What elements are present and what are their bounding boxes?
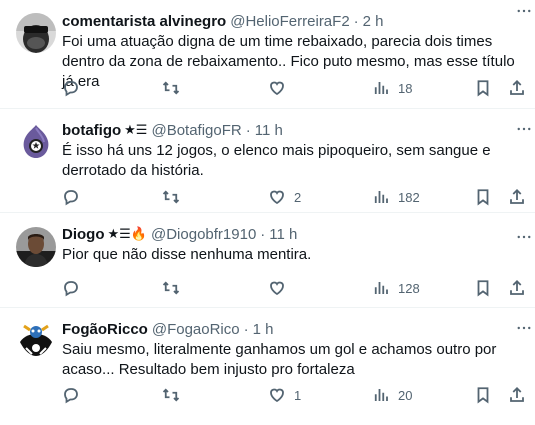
views-bar-chart-icon — [372, 386, 390, 404]
tweet-actions: 2 182 — [62, 187, 527, 207]
tweet[interactable]: FogãoRicco @FogaoRico · 1 h Saiu mesmo, … — [0, 308, 535, 425]
user-handle[interactable]: @HelioFerreiraF2 — [230, 13, 349, 30]
tweet-header: Diogo ★☰🔥 @Diogobfr1910 · 11 h — [62, 224, 523, 244]
reply-button[interactable] — [62, 385, 88, 405]
share-button[interactable] — [508, 187, 526, 207]
reply-button[interactable] — [62, 187, 88, 207]
avatar[interactable] — [16, 320, 56, 360]
display-name[interactable]: comentarista alvinegro — [62, 13, 226, 30]
like-count: 1 — [294, 387, 302, 403]
separator-dot: · — [260, 225, 266, 243]
bookmark-icon — [474, 386, 492, 404]
display-name[interactable]: Diogo — [62, 226, 105, 243]
tweet[interactable]: botafigo ★☰ @BotafigoFR · 11 h É isso há… — [0, 109, 535, 213]
display-name[interactable]: botafigo — [62, 122, 121, 139]
tweet-content: Diogo ★☰🔥 @Diogobfr1910 · 11 h Pior que … — [62, 224, 523, 265]
views-bar-chart-icon — [372, 279, 390, 297]
views-button[interactable]: 18 — [372, 78, 412, 98]
separator-dot: · — [245, 121, 251, 139]
retweet-button[interactable] — [162, 78, 188, 98]
retweet-button[interactable] — [162, 278, 188, 298]
timestamp[interactable]: 2 h — [363, 13, 384, 30]
bookmark-button[interactable] — [474, 187, 492, 207]
views-button[interactable]: 20 — [372, 385, 412, 405]
bookmark-button[interactable] — [474, 278, 492, 298]
heart-icon — [268, 279, 286, 297]
avatar[interactable] — [16, 122, 56, 162]
share-upload-icon — [508, 188, 526, 206]
tweet[interactable]: comentarista alvinegro @HelioFerreiraF2 … — [0, 0, 535, 109]
bookmark-button[interactable] — [474, 78, 492, 98]
tweet-text: É isso há uns 12 jogos, o elenco mais pi… — [62, 142, 491, 179]
views-bar-chart-icon — [372, 188, 390, 206]
tweet-actions: 128 — [62, 278, 527, 298]
timestamp[interactable]: 1 h — [253, 321, 274, 338]
share-button[interactable] — [508, 385, 526, 405]
tweet-text: Pior que não disse nenhuma mentira. — [62, 246, 312, 263]
user-handle[interactable]: @Diogobfr1910 — [151, 226, 256, 243]
tweet-actions: 18 — [62, 78, 527, 98]
share-button[interactable] — [508, 278, 526, 298]
reply-icon — [62, 279, 80, 297]
bookmark-icon — [474, 188, 492, 206]
name-emoji-badges: ★☰🔥 — [107, 226, 148, 241]
retweet-button[interactable] — [162, 385, 188, 405]
views-bar-chart-icon — [372, 79, 390, 97]
more-horizontal-icon[interactable] — [515, 319, 533, 337]
tweet[interactable]: Diogo ★☰🔥 @Diogobfr1910 · 11 h Pior que … — [0, 213, 535, 308]
bookmark-icon — [474, 79, 492, 97]
view-count: 182 — [398, 189, 420, 205]
views-button[interactable]: 182 — [372, 187, 420, 207]
like-button[interactable] — [268, 78, 294, 98]
tweet-text: Saiu mesmo, literalmente ganhamos um gol… — [62, 341, 497, 378]
retweet-icon — [162, 279, 180, 297]
more-horizontal-icon[interactable] — [515, 2, 533, 20]
heart-icon — [268, 386, 286, 404]
more-horizontal-icon[interactable] — [515, 120, 533, 138]
share-button[interactable] — [508, 78, 526, 98]
retweet-icon — [162, 79, 180, 97]
reply-button[interactable] — [62, 278, 88, 298]
like-button[interactable]: 2 — [268, 187, 301, 207]
user-handle[interactable]: @BotafigoFR — [151, 122, 241, 139]
view-count: 18 — [398, 80, 413, 96]
reply-icon — [62, 188, 80, 206]
tweet-content: botafigo ★☰ @BotafigoFR · 11 h É isso há… — [62, 120, 523, 181]
reply-button[interactable] — [62, 78, 88, 98]
share-upload-icon — [508, 279, 526, 297]
timestamp[interactable]: 11 h — [269, 226, 297, 243]
user-handle[interactable]: @FogaoRico — [152, 321, 240, 338]
reply-icon — [62, 386, 80, 404]
separator-dot: · — [243, 320, 249, 338]
reply-feed: comentarista alvinegro @HelioFerreiraF2 … — [0, 0, 535, 425]
like-button[interactable]: 1 — [268, 385, 301, 405]
views-button[interactable]: 128 — [372, 278, 420, 298]
tweet-actions: 1 20 — [62, 385, 527, 405]
reply-icon — [62, 79, 80, 97]
heart-icon — [268, 79, 286, 97]
retweet-icon — [162, 386, 180, 404]
view-count: 128 — [398, 280, 420, 296]
retweet-icon — [162, 188, 180, 206]
more-horizontal-icon[interactable] — [515, 228, 533, 246]
like-button[interactable] — [268, 278, 294, 298]
bookmark-icon — [474, 279, 492, 297]
tweet-header: botafigo ★☰ @BotafigoFR · 11 h — [62, 120, 523, 140]
retweet-button[interactable] — [162, 187, 188, 207]
name-emoji-badges: ★☰ — [124, 122, 148, 137]
timestamp[interactable]: 11 h — [255, 122, 283, 139]
tweet-header: FogãoRicco @FogaoRico · 1 h — [62, 319, 523, 339]
tweet-content: FogãoRicco @FogaoRico · 1 h Saiu mesmo, … — [62, 319, 523, 380]
display-name[interactable]: FogãoRicco — [62, 321, 148, 338]
tweet-header: comentarista alvinegro @HelioFerreiraF2 … — [62, 11, 523, 31]
heart-icon — [268, 188, 286, 206]
view-count: 20 — [398, 387, 413, 403]
bookmark-button[interactable] — [474, 385, 492, 405]
share-upload-icon — [508, 79, 526, 97]
share-upload-icon — [508, 386, 526, 404]
separator-dot: · — [353, 12, 359, 30]
avatar[interactable] — [16, 13, 56, 53]
like-count: 2 — [294, 189, 302, 205]
avatar[interactable] — [16, 227, 56, 267]
